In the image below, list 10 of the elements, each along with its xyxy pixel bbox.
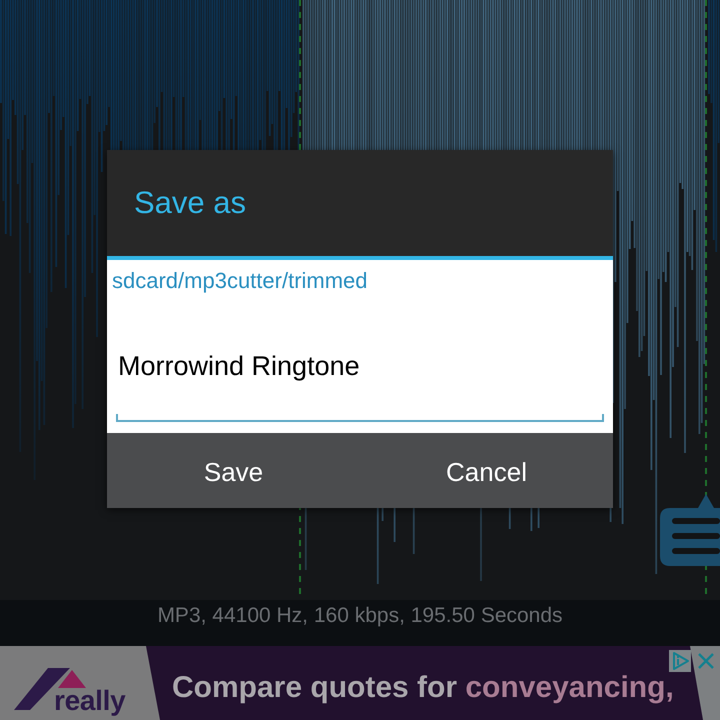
folder-path-label: sdcard/mp3cutter/trimmed bbox=[111, 267, 368, 294]
ad-choices-icon[interactable] bbox=[669, 650, 691, 672]
ad-headline: Compare quotes for conveyancing, bbox=[172, 671, 674, 705]
dialog-title: Save as bbox=[134, 185, 246, 221]
brand-logo-text: really bbox=[54, 686, 126, 716]
filename-field[interactable]: Morrowind Ringtone bbox=[116, 304, 604, 422]
close-icon[interactable] bbox=[696, 651, 716, 671]
handle-icon[interactable] bbox=[660, 494, 720, 566]
ad-banner[interactable]: really Compare quotes for conveyancing, bbox=[0, 646, 720, 720]
audio-info-text: MP3, 44100 Hz, 160 kbps, 195.50 Seconds bbox=[157, 603, 563, 628]
